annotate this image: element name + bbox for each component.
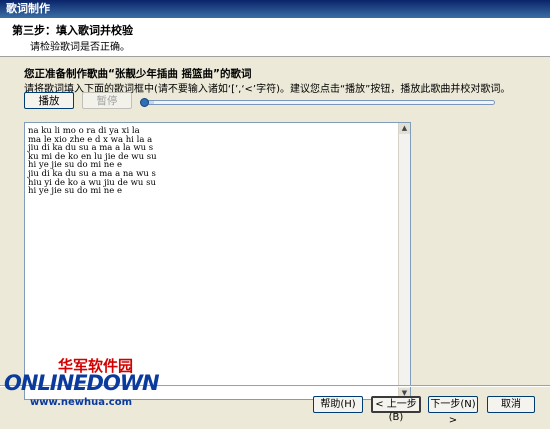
window-title: 歌词制作 xyxy=(6,2,50,15)
wizard-header: 第三步：填入歌词并校验 请检验歌词是否正确。 xyxy=(0,18,550,57)
step-title: 第三步：填入歌词并校验 xyxy=(12,24,133,37)
song-heading: 您正准备制作歌曲“张靓少年插曲 摇篮曲”的歌词 xyxy=(24,68,252,80)
watermark-logo: 华军软件园 ONLINEDOWN www.newhua.com xyxy=(0,355,160,420)
watermark-url: www.newhua.com xyxy=(30,397,133,408)
pause-button[interactable]: 暂停 xyxy=(82,92,132,109)
lyrics-scrollbar[interactable]: ▲ ▼ xyxy=(398,123,410,399)
scroll-up-arrow-icon[interactable]: ▲ xyxy=(399,123,410,134)
next-button[interactable]: 下一步(N) > xyxy=(428,396,478,426)
step-subtitle: 请检验歌词是否正确。 xyxy=(30,42,130,53)
lyric-line: hi ye jie su do mi ne e xyxy=(28,186,123,197)
title-bar: 歌词制作 xyxy=(0,0,550,18)
cancel-button[interactable]: 取消 xyxy=(487,396,535,413)
play-button[interactable]: 播放 xyxy=(24,92,74,109)
playback-progress-slider[interactable] xyxy=(140,98,495,107)
wizard-content: 您正准备制作歌曲“张靓少年插曲 摇篮曲”的歌词 请将歌词填入下面的歌词框中(请不… xyxy=(0,57,550,400)
help-button[interactable]: 帮助(H) xyxy=(313,396,363,413)
watermark-en: ONLINEDOWN xyxy=(4,371,160,395)
back-button[interactable]: < 上一步(B) xyxy=(371,396,421,423)
progress-thumb[interactable] xyxy=(140,98,149,107)
